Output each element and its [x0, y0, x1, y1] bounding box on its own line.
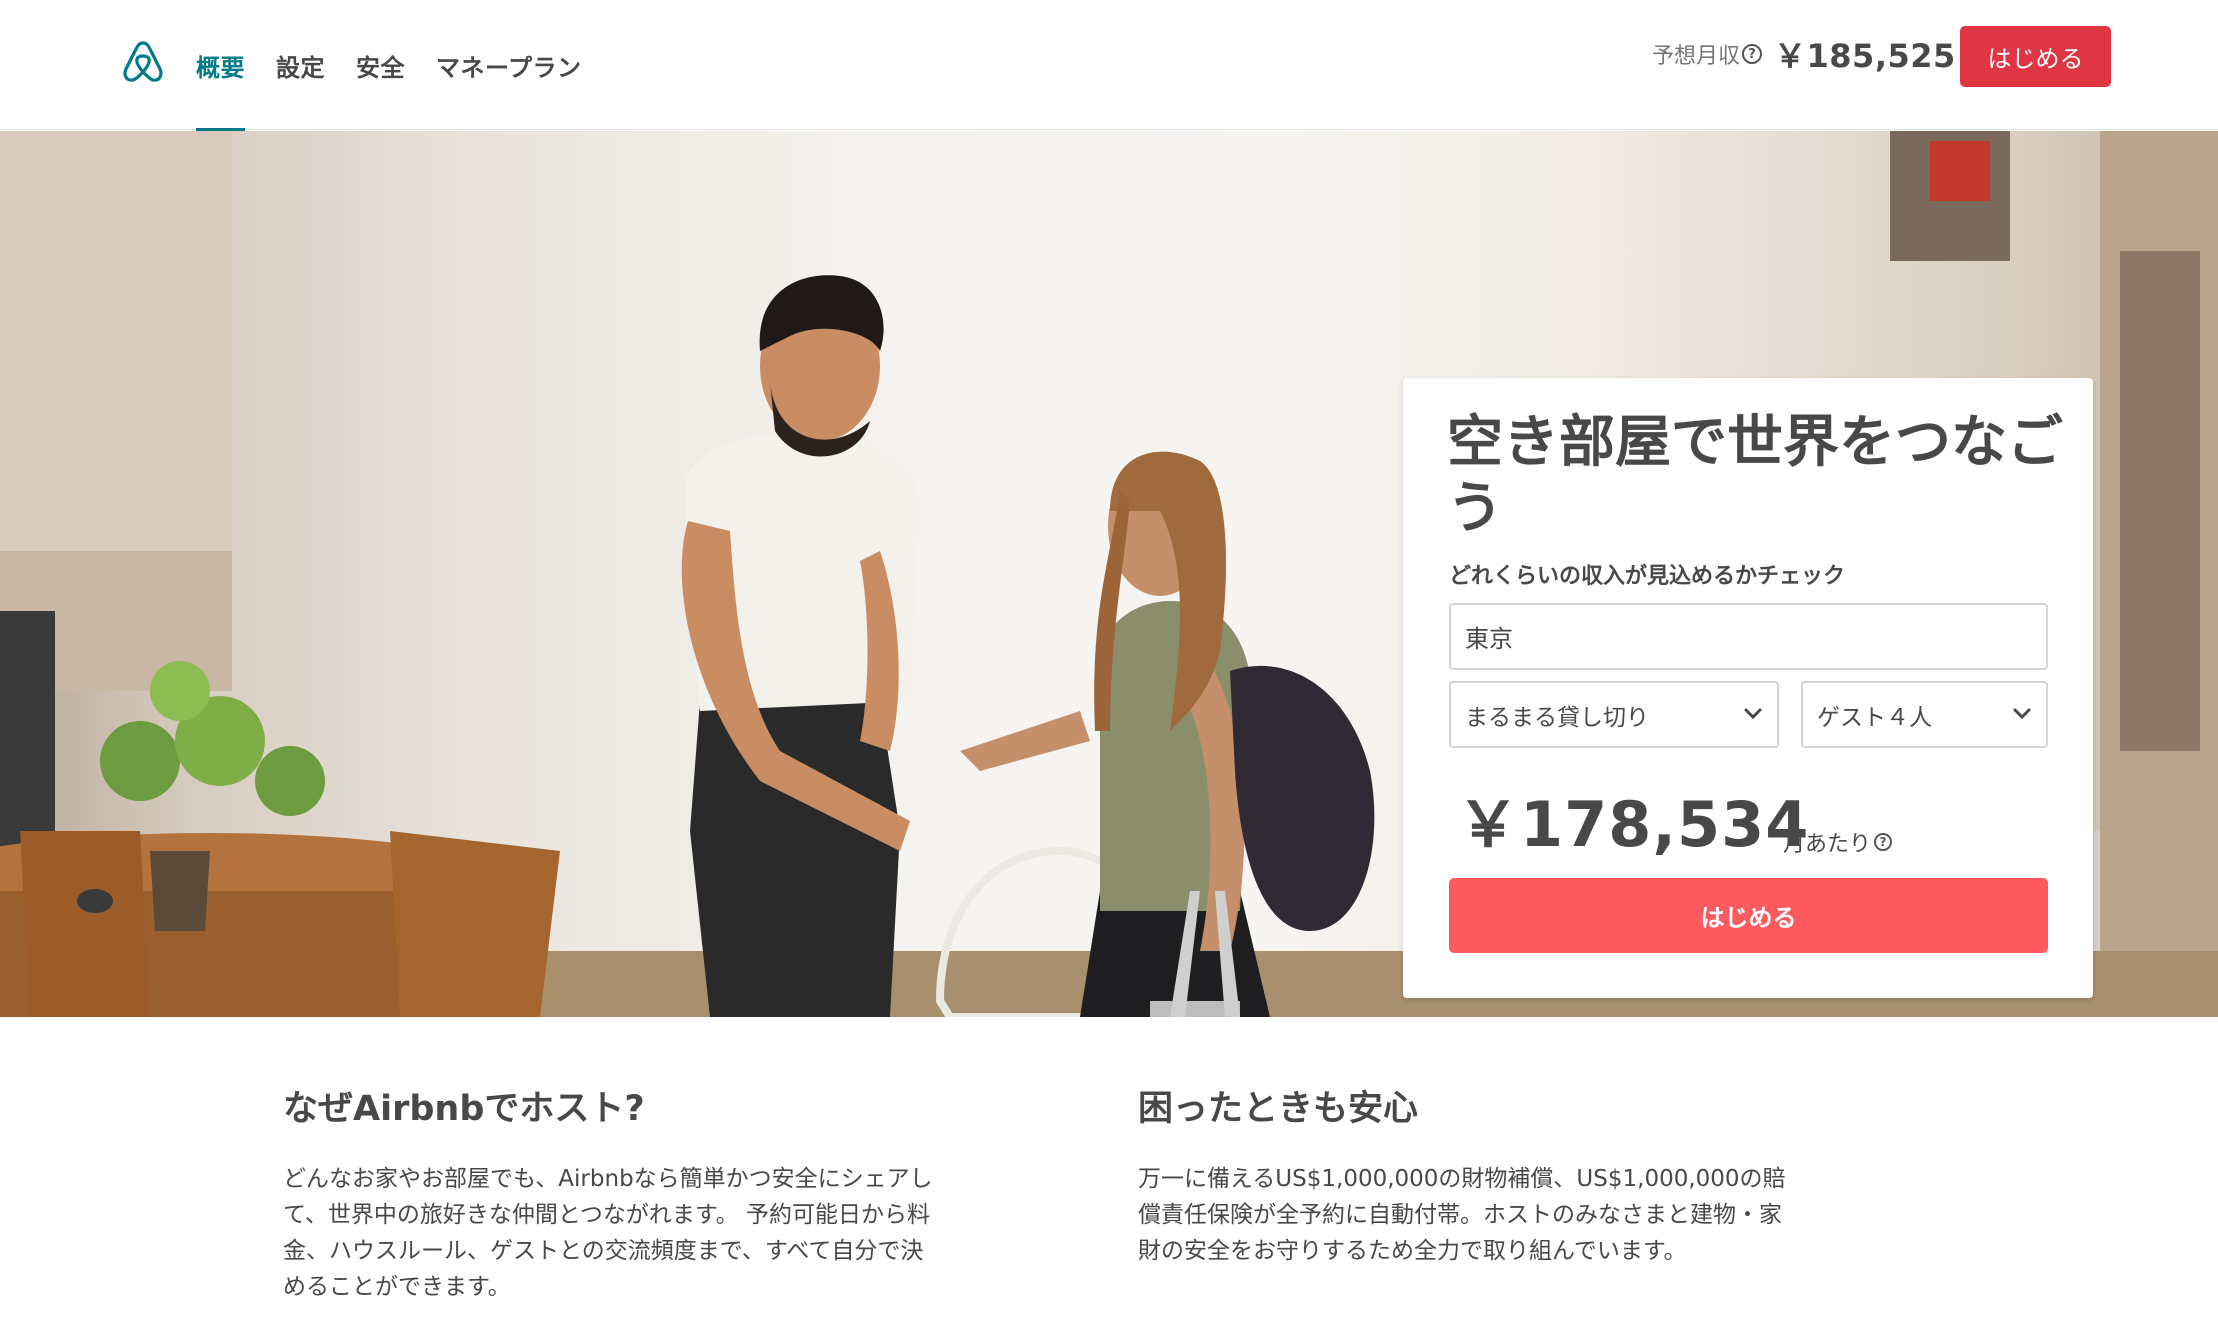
hero-section: 空き部屋で世界をつなごう どれくらいの収入が見込めるかチェック まるまる貸し切り…	[0, 131, 2218, 1017]
guests-select[interactable]: ゲスト４人	[1801, 681, 2048, 748]
per-month: 月あたり ?	[1783, 826, 1904, 858]
estimate-label: 予想月収	[1652, 44, 1741, 69]
why-host-title: なぜAirbnbでホスト?	[283, 1089, 645, 1129]
chevron-down-icon	[1744, 708, 1762, 720]
question-circle-icon[interactable]: ?	[1874, 833, 1893, 851]
earnings-estimator-card: 空き部屋で世界をつなごう どれくらいの収入が見込めるかチェック まるまる貸し切り…	[1403, 378, 2093, 998]
chevron-down-icon	[2013, 708, 2031, 720]
estimate-value: ￥185,525	[1774, 37, 1956, 75]
card-subtitle: どれくらいの収入が見込めるかチェック	[1449, 564, 1846, 589]
why-host-body: どんなお家やお部屋でも、Airbnbなら簡単かつ安全にシェアして、世界中の旅好き…	[283, 1166, 933, 1300]
city-input[interactable]	[1449, 603, 2048, 670]
main-nav: 概要 設定 安全 マネープラン	[196, 0, 613, 131]
safety-section: 困ったときも安心 万一に備えるUS$1,000,000の財物補償、US$1,00…	[1138, 1080, 1798, 1269]
card-title: 空き部屋で世界をつなごう	[1447, 410, 2063, 541]
why-host-section: なぜAirbnbでホスト? どんなお家やお部屋でも、Airbnbなら簡単かつ安全…	[283, 1080, 943, 1305]
room-type-value: まるまる貸し切り	[1465, 704, 1649, 731]
question-circle-icon[interactable]: ?	[1742, 44, 1763, 64]
monthly-estimate: 予想月収 ? ￥185,525	[1652, 34, 1956, 75]
airbnb-logo-icon[interactable]	[118, 37, 168, 87]
nav-tab-safety[interactable]: 安全	[356, 0, 405, 130]
safety-body: 万一に備えるUS$1,000,000の財物補償、US$1,000,000の賠償責…	[1138, 1166, 1786, 1264]
nav-tab-settings[interactable]: 設定	[276, 0, 325, 130]
per-month-label: 月あたり	[1783, 832, 1872, 857]
estimated-price: ￥178,534	[1457, 788, 1810, 861]
top-header: 概要 設定 安全 マネープラン 予想月収 ? ￥185,525 はじめる	[0, 0, 2218, 131]
card-start-button[interactable]: はじめる	[1449, 878, 2048, 953]
guests-value: ゲスト４人	[1817, 704, 1932, 731]
nav-tab-money-plan[interactable]: マネープラン	[436, 0, 582, 130]
header-start-button[interactable]: はじめる	[1960, 26, 2111, 87]
nav-tab-overview[interactable]: 概要	[196, 0, 245, 131]
safety-title: 困ったときも安心	[1138, 1089, 1419, 1129]
room-type-select[interactable]: まるまる貸し切り	[1449, 681, 1779, 748]
